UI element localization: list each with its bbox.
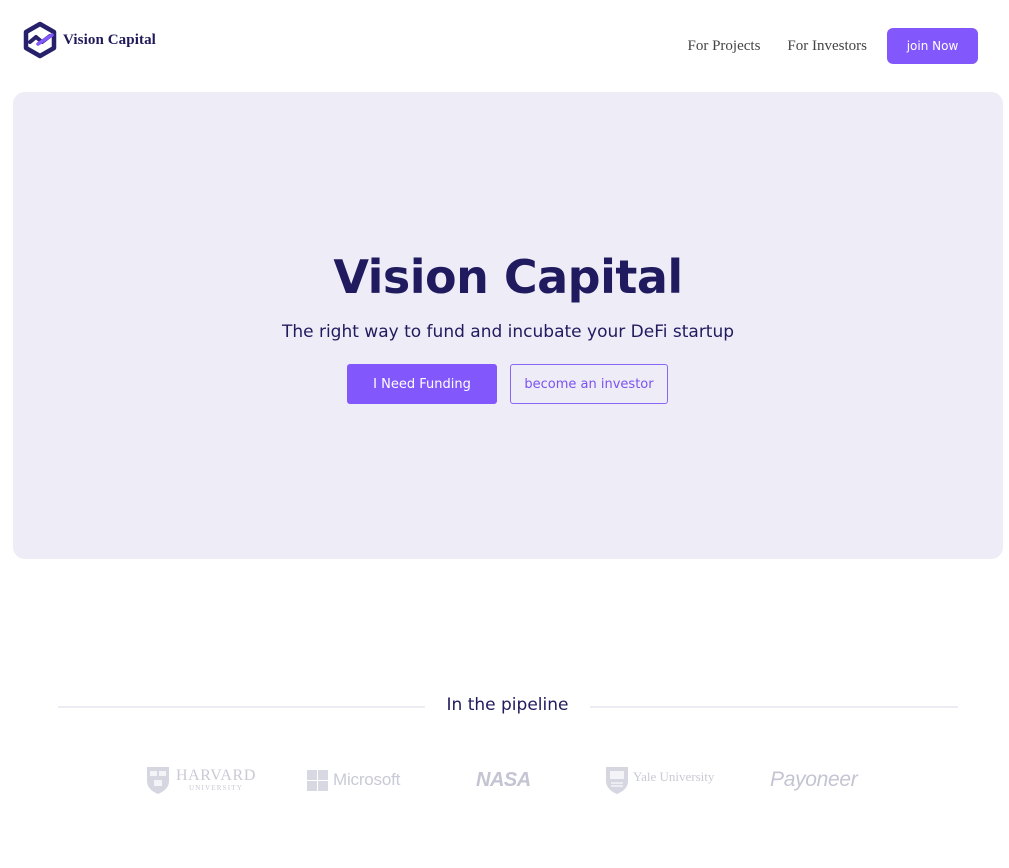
partner-sub-harvard: UNIVERSITY (188, 784, 243, 792)
hero-section: Vision Capital The right way to fund and… (13, 92, 1003, 559)
nav-link-for-investors[interactable]: For Investors (787, 38, 867, 55)
harvard-shield-icon (147, 767, 169, 794)
pipeline-divider-right (590, 706, 958, 708)
need-funding-button[interactable]: I Need Funding (347, 364, 497, 404)
brand[interactable]: Vision Capital (20, 20, 156, 60)
pipeline-title: In the pipeline (446, 695, 569, 715)
partner-name-harvard: HARVARD (176, 767, 256, 784)
main-nav: For Projects For Investors join Now (688, 28, 978, 64)
site-header: Vision Capital For Projects For Investor… (0, 0, 1009, 90)
partner-logo-nasa: NASA (476, 760, 531, 800)
hero-title: Vision Capital (333, 250, 683, 304)
partner-logo-harvard: HARVARD UNIVERSITY (146, 760, 256, 800)
partner-name-microsoft: Microsoft (333, 770, 401, 789)
brand-name: Vision Capital (63, 31, 156, 48)
partner-logo-payoneer: Payoneer (770, 760, 858, 800)
hero-subtitle: The right way to fund and incubate your … (281, 322, 735, 342)
partner-name-yale: Yale University (633, 769, 715, 784)
payoneer-logo-icon: Payoneer (770, 768, 858, 791)
hexagon-logo-icon (23, 21, 57, 59)
pipeline-divider-left (58, 706, 425, 708)
hero-actions: I Need Funding become an investor (347, 364, 668, 404)
nav-link-for-projects[interactable]: For Projects (688, 38, 761, 55)
become-investor-button[interactable]: become an investor (510, 364, 668, 404)
partner-logo-yale: Yale University (605, 760, 714, 800)
join-now-button[interactable]: join Now (887, 28, 978, 64)
partner-logo-microsoft: Microsoft (307, 760, 400, 800)
yale-shield-icon (606, 767, 628, 794)
microsoft-windows-icon (307, 769, 328, 791)
nasa-worm-icon: NASA (476, 768, 531, 791)
